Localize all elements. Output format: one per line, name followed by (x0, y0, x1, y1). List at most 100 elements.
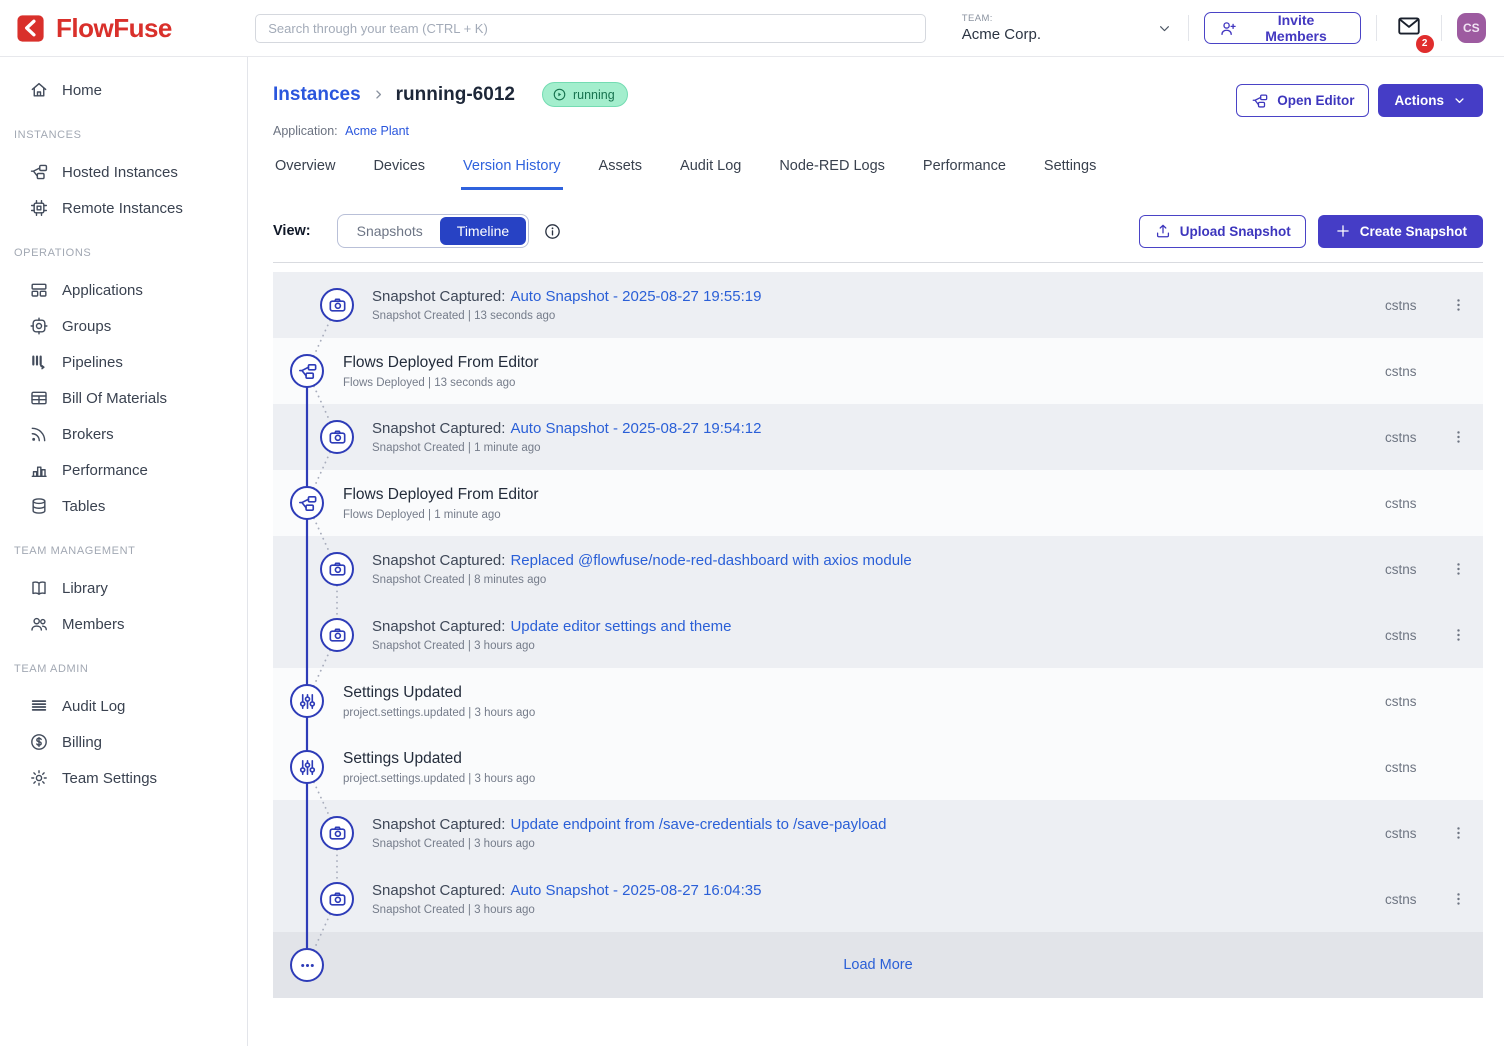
sidebar-section-label: INSTANCES (0, 128, 247, 142)
tab-devices[interactable]: Devices (371, 158, 427, 190)
kebab-menu-button[interactable] (1449, 293, 1467, 317)
header-divider (1441, 15, 1442, 41)
sidebar-section-label: TEAM MANAGEMENT (0, 544, 247, 558)
team-name: Acme Corp. (962, 26, 1041, 43)
sidebar-item-groups[interactable]: Groups (0, 308, 247, 344)
snapshot-captured-label: Snapshot Captured: (372, 552, 505, 569)
event-title: Settings Updated (343, 750, 1385, 768)
event-meta: Snapshot Created | 13 seconds ago (372, 310, 1385, 322)
notification-count-badge: 2 (1416, 35, 1434, 53)
timeline-node-flows-deploy-icon (290, 354, 324, 388)
user-label: cstns (1385, 892, 1425, 907)
sidebar-item-hosted-instances[interactable]: Hosted Instances (0, 154, 247, 190)
sidebar-item-bill-of-materials[interactable]: Bill Of Materials (0, 380, 247, 416)
timeline-row: Snapshot Captured:Auto Snapshot - 2025-0… (273, 272, 1483, 338)
tab-audit-log[interactable]: Audit Log (678, 158, 743, 190)
create-snapshot-button[interactable]: Create Snapshot (1318, 215, 1483, 248)
flowfuse-logo[interactable]: FlowFuse (0, 13, 243, 44)
view-toggle-timeline[interactable]: Timeline (440, 217, 526, 245)
open-editor-button[interactable]: Open Editor (1236, 84, 1369, 117)
snapshot-link[interactable]: Update endpoint from /save-credentials t… (510, 816, 886, 833)
info-icon[interactable] (543, 222, 562, 241)
tab-node-red-logs[interactable]: Node-RED Logs (777, 158, 887, 190)
team-selector[interactable]: TEAM: Acme Corp. (962, 13, 1174, 43)
status-badge: running (542, 82, 628, 107)
sidebar-item-label: Applications (62, 282, 143, 299)
snapshot-captured-label: Snapshot Captured: (372, 816, 505, 833)
chevron-right-icon (371, 87, 386, 102)
timeline: Snapshot Captured: Auto Snapshot - 2025-0… (273, 272, 1483, 998)
avatar[interactable]: CS (1457, 13, 1486, 43)
library-icon (29, 578, 49, 598)
node-red-editor-icon (1251, 92, 1269, 110)
timeline-row: Settings Updatedproject.settings.updated… (273, 668, 1483, 734)
sidebar-item-billing[interactable]: Billing (0, 724, 247, 760)
tab-settings[interactable]: Settings (1042, 158, 1098, 190)
notifications-button[interactable]: 2 (1392, 11, 1426, 46)
application-link[interactable]: Acme Plant (345, 124, 409, 138)
kebab-menu-button[interactable] (1449, 887, 1467, 911)
snapshot-captured-label: Snapshot Captured: (372, 420, 505, 437)
timeline-node-camera-icon (320, 618, 354, 652)
flowfuse-logo-icon (16, 13, 47, 44)
header-divider (1376, 15, 1377, 41)
sidebar-item-team-settings[interactable]: Team Settings (0, 760, 247, 796)
user-label: cstns (1385, 694, 1425, 709)
timeline-node-flows-deploy-icon (290, 486, 324, 520)
upload-icon (1154, 222, 1172, 240)
sidebar-item-members[interactable]: Members (0, 606, 247, 642)
view-toggle-snapshots[interactable]: Snapshots (340, 217, 440, 245)
top-header: FlowFuse TEAM: Acme Corp. Invite Members… (0, 0, 1504, 57)
event-meta: Snapshot Created | 3 hours ago (372, 904, 1385, 916)
sidebar-item-performance[interactable]: Performance (0, 452, 247, 488)
applications-icon (29, 280, 49, 300)
timeline-row: Settings Updatedproject.settings.updated… (273, 734, 1483, 800)
sidebar-item-label: Audit Log (62, 698, 125, 715)
sidebar-item-brokers[interactable]: Brokers (0, 416, 247, 452)
actions-button[interactable]: Actions (1378, 84, 1483, 117)
timeline-row: Snapshot Captured: Update endpoint from /… (273, 800, 1483, 866)
timeline-node-ellipsis-icon[interactable] (290, 948, 324, 982)
breadcrumb: Instances running-6012 running (273, 82, 628, 107)
tab-performance[interactable]: Performance (921, 158, 1008, 190)
page-header: Instances running-6012 running Open Edit… (273, 56, 1483, 117)
team-label: TEAM: (962, 13, 1041, 24)
snapshot-link[interactable]: Replaced @flowfuse/node-red-dashboard wi… (510, 552, 911, 569)
sidebar: Home INSTANCES Hosted Instances Remote Inst… (0, 56, 248, 1046)
snapshot-link[interactable]: Auto Snapshot - 2025-08-27 16:04:35 (510, 882, 761, 899)
sidebar-item-audit-log[interactable]: Audit Log (0, 688, 247, 724)
load-more-link[interactable]: Load More (843, 957, 912, 973)
invite-members-button[interactable]: Invite Members (1204, 12, 1360, 44)
snapshot-captured-label: Snapshot Captured: (372, 618, 505, 635)
kebab-menu-button[interactable] (1449, 557, 1467, 581)
user-label: cstns (1385, 760, 1425, 775)
chevron-down-icon (1452, 93, 1467, 108)
timeline-node-settings-sliders-icon (290, 684, 324, 718)
sidebar-item-home[interactable]: Home (0, 72, 247, 108)
tab-overview[interactable]: Overview (273, 158, 337, 190)
tab-assets[interactable]: Assets (597, 158, 645, 190)
kebab-menu-button[interactable] (1449, 425, 1467, 449)
bill-of-materials-icon (29, 388, 49, 408)
sidebar-item-library[interactable]: Library (0, 570, 247, 606)
sidebar-item-label: Members (62, 616, 125, 633)
event-title: Flows Deployed From Editor (343, 486, 1385, 504)
breadcrumb-instances-link[interactable]: Instances (273, 84, 361, 106)
load-more-row: Load More (273, 932, 1483, 998)
home-icon (29, 80, 49, 100)
kebab-menu-button[interactable] (1449, 623, 1467, 647)
snapshot-link[interactable]: Auto Snapshot - 2025-08-27 19:54:12 (510, 420, 761, 437)
snapshot-link[interactable]: Auto Snapshot - 2025-08-27 19:55:19 (510, 288, 761, 305)
sidebar-item-label: Hosted Instances (62, 164, 178, 181)
kebab-menu-button[interactable] (1449, 821, 1467, 845)
upload-snapshot-button[interactable]: Upload Snapshot (1139, 215, 1306, 248)
sidebar-item-pipelines[interactable]: Pipelines (0, 344, 247, 380)
snapshot-link[interactable]: Update editor settings and theme (510, 618, 731, 635)
sidebar-item-remote-instances[interactable]: Remote Instances (0, 190, 247, 226)
application-line: Application: Acme Plant (273, 124, 1483, 138)
sidebar-item-tables[interactable]: Tables (0, 488, 247, 524)
sidebar-item-applications[interactable]: Applications (0, 272, 247, 308)
tab-version-history[interactable]: Version History (461, 158, 563, 190)
sidebar-item-label: Bill Of Materials (62, 390, 167, 407)
search-input[interactable] (255, 14, 926, 43)
